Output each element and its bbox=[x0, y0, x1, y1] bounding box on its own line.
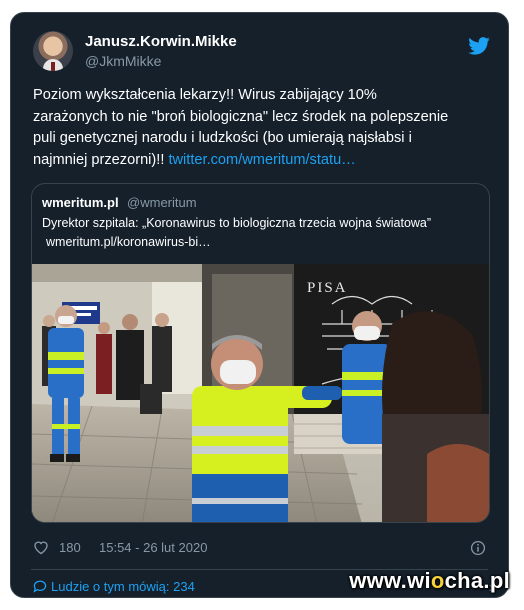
poster-text: PISA bbox=[307, 280, 348, 296]
timestamp[interactable]: 15:54 - 26 lut 2020 bbox=[99, 540, 207, 555]
tweet-text: Poziom wykształcenia lekarzy!! Wirus zab… bbox=[33, 85, 493, 171]
quoted-link-card[interactable]: wmeritum.pl @wmeritum Dyrektor szpitala:… bbox=[31, 183, 490, 523]
card-handle[interactable]: @wmeritum bbox=[127, 195, 197, 210]
tweet-text-line: Poziom wykształcenia lekarzy!! Wirus zab… bbox=[33, 87, 377, 103]
author-handle[interactable]: @JkmMikke bbox=[85, 53, 161, 69]
conversation-label[interactable]: Ludzie o tym mówią: 234 bbox=[51, 579, 195, 594]
like-count[interactable]: 180 bbox=[59, 540, 81, 555]
twitter-bird-icon[interactable] bbox=[468, 37, 490, 55]
tweet-text-line: puli genetycznej narodu i ludzkości (bo … bbox=[33, 130, 412, 146]
info-icon[interactable] bbox=[470, 540, 486, 556]
tweet-link[interactable]: twitter.com/wmeritum/statu… bbox=[168, 152, 355, 168]
tweet-text-line: najmniej przezorni)!! bbox=[33, 151, 169, 168]
speech-bubble-icon bbox=[33, 580, 47, 593]
avatar[interactable] bbox=[33, 31, 73, 71]
card-domain[interactable]: wmeritum.pl bbox=[42, 195, 119, 210]
author-name[interactable]: Janusz.Korwin.Mikke bbox=[85, 33, 237, 50]
card-link[interactable]: wmeritum.pl/koronawirus-bi… bbox=[42, 233, 482, 252]
tweet-footer: 180 15:54 - 26 lut 2020 bbox=[33, 538, 490, 562]
article-photo[interactable]: PISA bbox=[32, 264, 489, 523]
site-watermark: www.wiocha.pl bbox=[349, 568, 510, 593]
card-description: Dyrektor szpitala: „Koronawirus to biolo… bbox=[42, 214, 482, 252]
tweet-header: Janusz.Korwin.Mikke @JkmMikke bbox=[33, 31, 490, 79]
conversation-link[interactable]: Ludzie o tym mówią: 234 bbox=[33, 579, 195, 594]
card-header: wmeritum.pl @wmeritum bbox=[42, 194, 482, 212]
tweet-embed: Janusz.Korwin.Mikke @JkmMikke Poziom wyk… bbox=[10, 12, 509, 598]
card-description-text: Dyrektor szpitala: „Koronawirus to biolo… bbox=[42, 216, 432, 230]
tweet-text-line: zarażonych to nie "broń biologiczna" lec… bbox=[33, 108, 449, 125]
heart-icon[interactable] bbox=[33, 540, 49, 555]
